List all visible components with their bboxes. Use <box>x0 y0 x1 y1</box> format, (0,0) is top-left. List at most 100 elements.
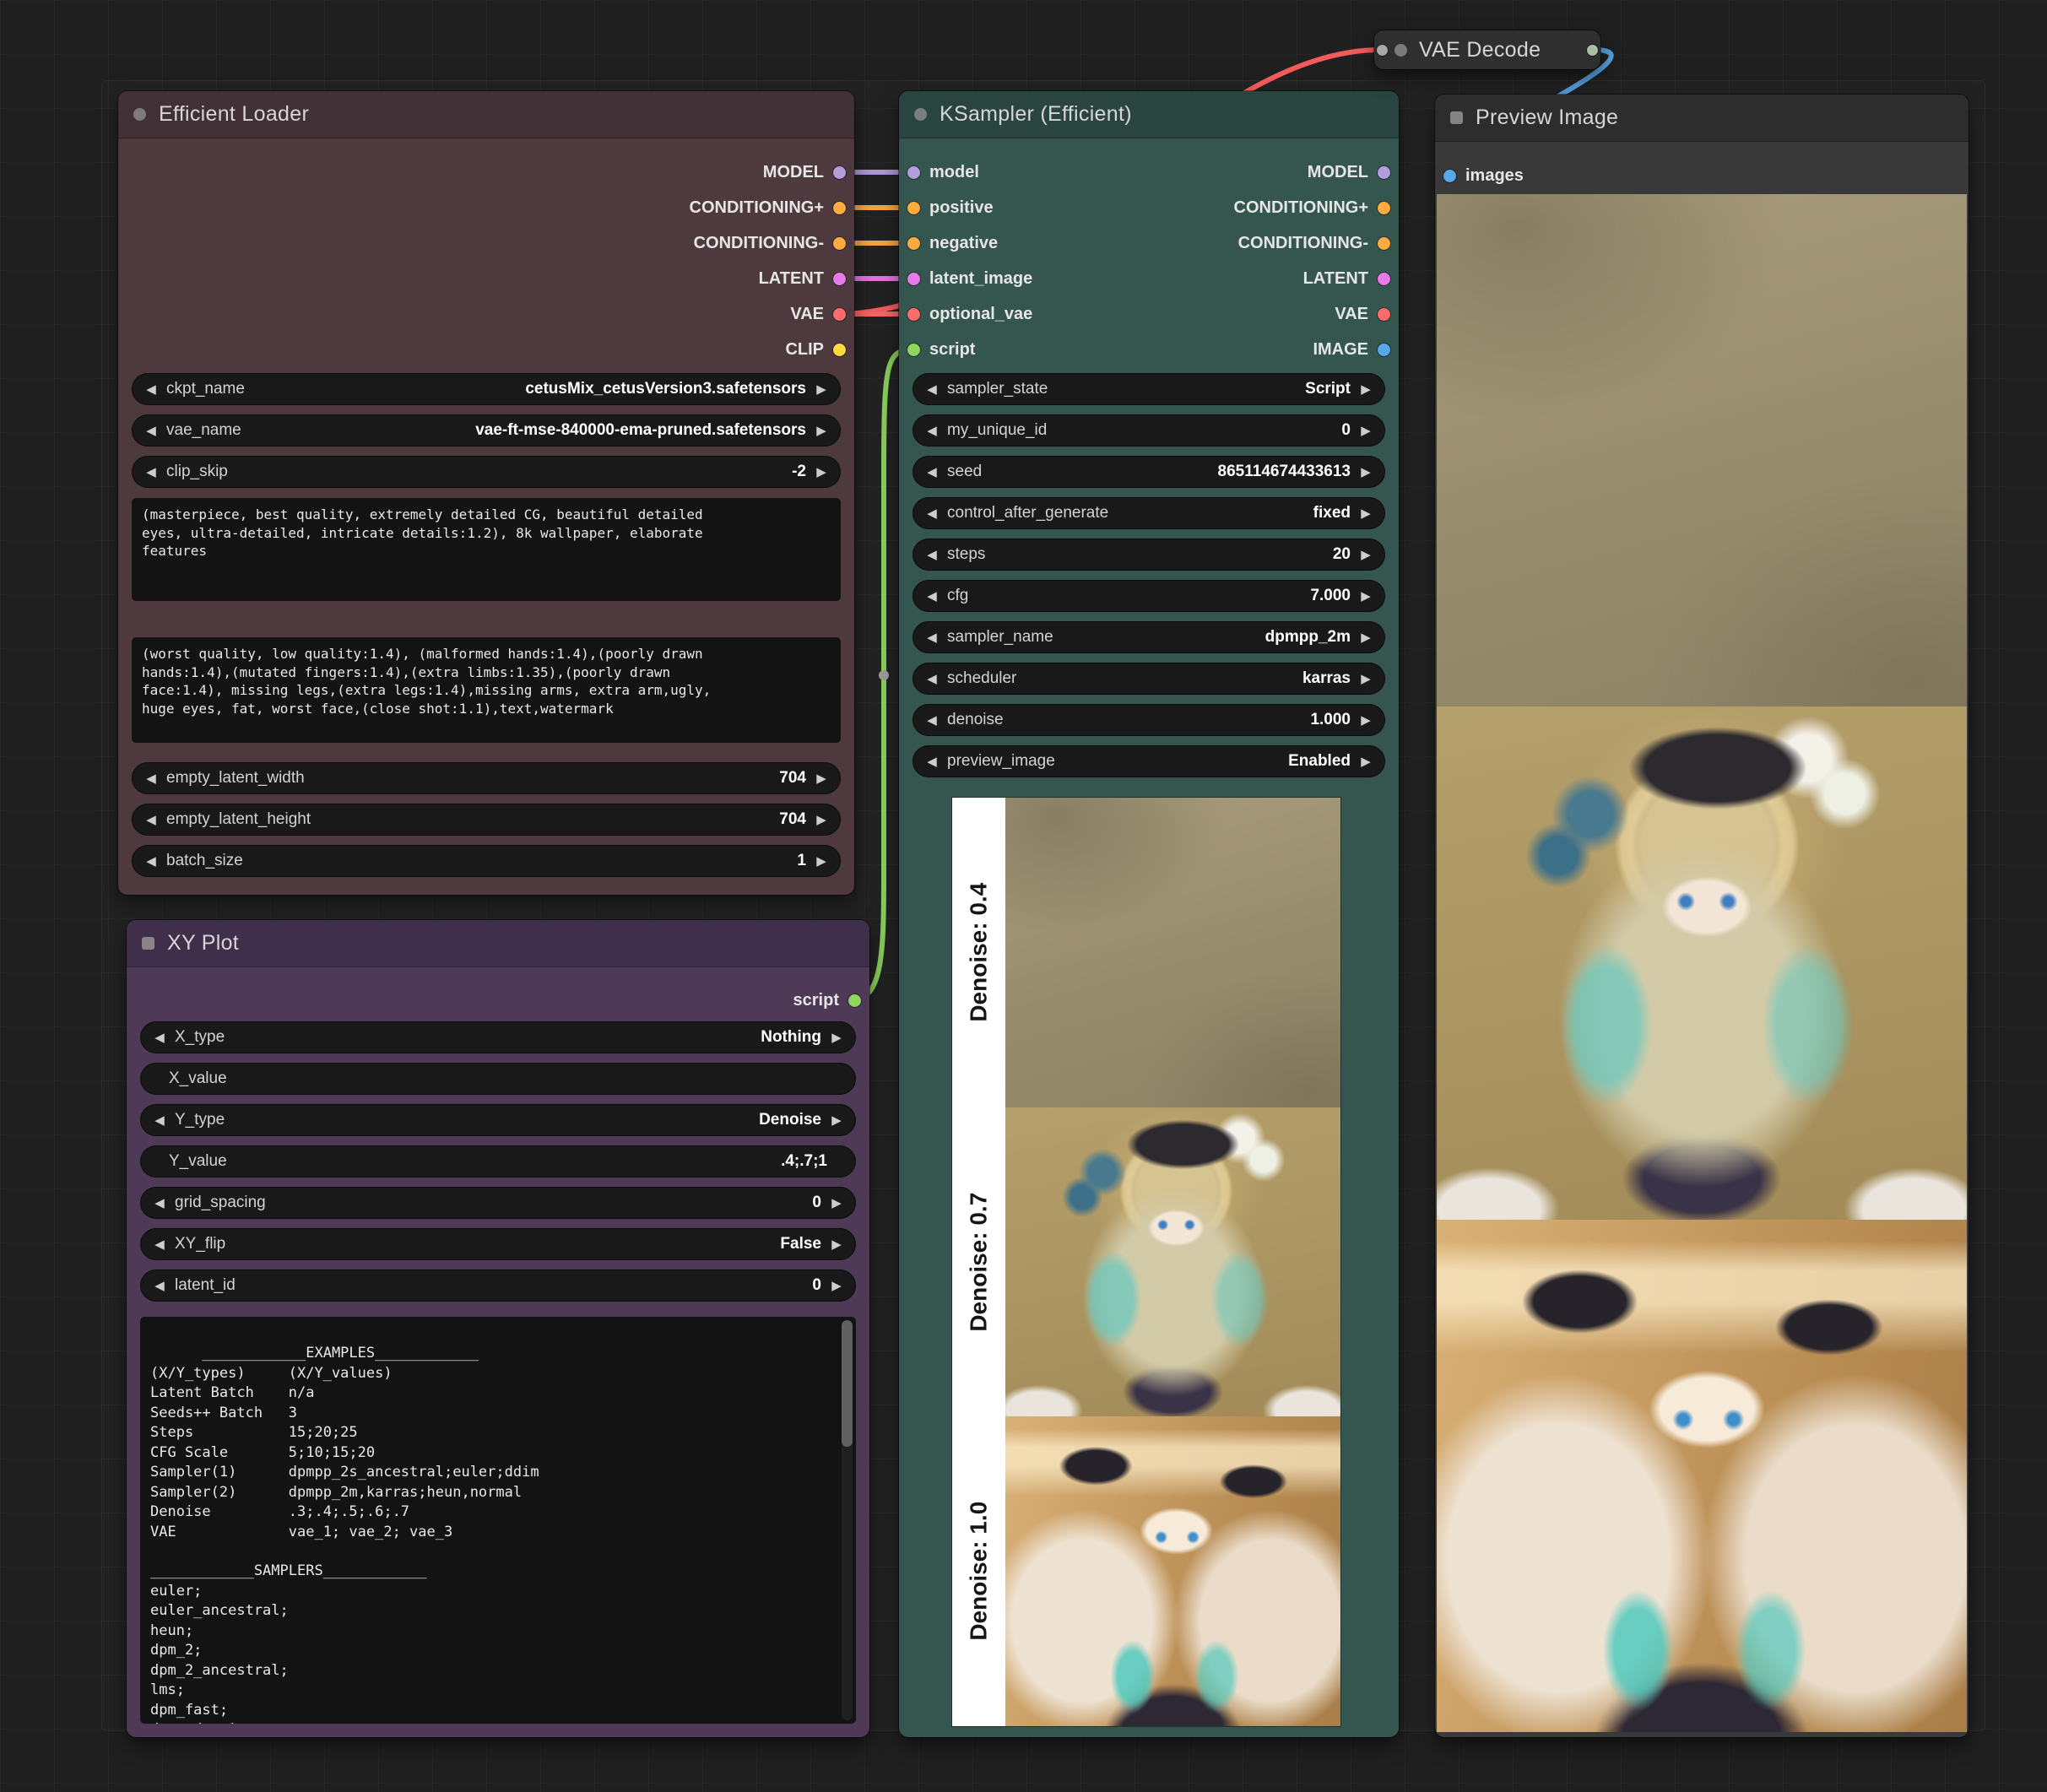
decrement-arrow-icon[interactable]: ◀ <box>923 423 940 438</box>
slot-dot[interactable] <box>907 308 920 321</box>
widget-my-unique-id[interactable]: ◀ my_unique_id 0 ▶ <box>912 414 1385 447</box>
slot-dot[interactable] <box>907 202 920 214</box>
slot-dot[interactable] <box>833 166 846 179</box>
slot-dot[interactable] <box>833 202 846 214</box>
increment-arrow-icon[interactable]: ▶ <box>1357 464 1374 479</box>
widget-preview-image-toggle[interactable]: ◀ preview_image Enabled ▶ <box>912 745 1385 777</box>
output-slot-latent[interactable]: LATENT <box>759 268 846 289</box>
input-slot-optional-vae[interactable]: optional_vae <box>907 304 1032 324</box>
collapse-toggle-icon[interactable] <box>142 937 154 950</box>
decrement-arrow-icon[interactable]: ◀ <box>143 812 160 827</box>
increment-arrow-icon[interactable]: ▶ <box>828 1030 845 1045</box>
collapse-toggle-icon[interactable] <box>914 108 927 121</box>
decrement-arrow-icon[interactable]: ◀ <box>923 464 940 479</box>
widget-empty-latent-height[interactable]: ◀ empty_latent_height 704 ▶ <box>132 804 841 836</box>
slot-dot[interactable] <box>1378 202 1390 214</box>
widget-vae-name[interactable]: ◀ vae_name vae-ft-mse-840000-ema-pruned.… <box>132 414 841 447</box>
decrement-arrow-icon[interactable]: ◀ <box>143 853 160 869</box>
decrement-arrow-icon[interactable]: ◀ <box>143 464 160 479</box>
slot-dot[interactable] <box>1443 170 1456 182</box>
widget-ckpt-name[interactable]: ◀ ckpt_name cetusMix_cetusVersion3.safet… <box>132 373 841 405</box>
output-slot-model[interactable]: MODEL <box>763 162 846 182</box>
slot-dot[interactable] <box>833 308 846 321</box>
decrement-arrow-icon[interactable]: ◀ <box>151 1030 168 1045</box>
increment-arrow-icon[interactable]: ▶ <box>828 1237 845 1252</box>
scrollbar-track[interactable] <box>842 1320 853 1720</box>
output-slot-conditioning-plus[interactable]: CONDITIONING+ <box>1234 198 1390 218</box>
widget-x-type[interactable]: ◀ X_type Nothing ▶ <box>140 1021 856 1053</box>
negative-prompt-textarea[interactable]: (worst quality, low quality:1.4), (malfo… <box>132 637 841 743</box>
widget-xy-flip[interactable]: ◀ XY_flip False ▶ <box>140 1228 856 1260</box>
widget-scheduler[interactable]: ◀ scheduler karras ▶ <box>912 663 1385 695</box>
widget-empty-latent-width[interactable]: ◀ empty_latent_width 704 ▶ <box>132 762 841 794</box>
output-slot-vae[interactable]: VAE <box>790 304 846 324</box>
slot-dot[interactable] <box>833 237 846 250</box>
increment-arrow-icon[interactable]: ▶ <box>828 1113 845 1128</box>
increment-arrow-icon[interactable]: ▶ <box>1357 712 1374 728</box>
output-slot-conditioning-minus[interactable]: CONDITIONING- <box>1238 233 1390 253</box>
node-header[interactable]: XY Plot <box>127 920 869 967</box>
slot-dot[interactable] <box>907 273 920 285</box>
node-graph-canvas[interactable]: Efficient Loader MODEL CONDITIONING+ CON… <box>0 0 2047 1792</box>
increment-arrow-icon[interactable]: ▶ <box>1357 671 1374 686</box>
increment-arrow-icon[interactable]: ▶ <box>1357 423 1374 438</box>
output-slot-conditioning-plus[interactable]: CONDITIONING+ <box>690 198 846 218</box>
node-header[interactable]: Preview Image <box>1435 95 1968 142</box>
node-efficient-loader[interactable]: Efficient Loader MODEL CONDITIONING+ CON… <box>118 91 854 895</box>
increment-arrow-icon[interactable]: ▶ <box>828 1278 845 1293</box>
decrement-arrow-icon[interactable]: ◀ <box>923 506 940 521</box>
slot-dot[interactable] <box>907 237 920 250</box>
node-vae-decode[interactable]: VAE Decode <box>1374 30 1600 69</box>
slot-dot[interactable] <box>1378 308 1390 321</box>
wire-midpoint-dot[interactable] <box>879 670 889 680</box>
decrement-arrow-icon[interactable]: ◀ <box>923 382 940 397</box>
positive-prompt-textarea[interactable]: (masterpiece, best quality, extremely de… <box>132 498 841 601</box>
output-slot-vae[interactable]: VAE <box>1335 304 1390 324</box>
slot-dot[interactable] <box>1378 166 1390 179</box>
output-slot-script[interactable]: script <box>793 990 861 1010</box>
decrement-arrow-icon[interactable]: ◀ <box>923 712 940 728</box>
widget-denoise[interactable]: ◀ denoise 1.000 ▶ <box>912 704 1385 736</box>
widget-clip-skip[interactable]: ◀ clip_skip -2 ▶ <box>132 456 841 488</box>
decrement-arrow-icon[interactable]: ◀ <box>923 754 940 769</box>
decrement-arrow-icon[interactable]: ◀ <box>923 671 940 686</box>
widget-sampler-name[interactable]: ◀ sampler_name dpmpp_2m ▶ <box>912 621 1385 653</box>
increment-arrow-icon[interactable]: ▶ <box>813 853 830 869</box>
decrement-arrow-icon[interactable]: ◀ <box>923 588 940 604</box>
decrement-arrow-icon[interactable]: ◀ <box>151 1237 168 1252</box>
slot-dot[interactable] <box>1378 237 1390 250</box>
collapse-toggle-icon[interactable] <box>1450 111 1463 124</box>
output-slot-conditioning-minus[interactable]: CONDITIONING- <box>694 233 846 253</box>
increment-arrow-icon[interactable]: ▶ <box>813 812 830 827</box>
input-slot-latent-image[interactable]: latent_image <box>907 268 1032 289</box>
decrement-arrow-icon[interactable]: ◀ <box>923 547 940 562</box>
node-xy-plot[interactable]: XY Plot script ◀ X_type Nothing ▶ X_valu… <box>127 920 869 1737</box>
collapse-toggle-icon[interactable] <box>1394 44 1407 57</box>
output-slot-latent[interactable]: LATENT <box>1303 268 1390 289</box>
widget-seed[interactable]: ◀ seed 865114674433613 ▶ <box>912 456 1385 488</box>
examples-textarea[interactable]: ____________EXAMPLES____________ (X/Y_ty… <box>140 1317 856 1724</box>
output-slot-clip[interactable]: CLIP <box>785 339 846 360</box>
node-preview-image[interactable]: Preview Image images <box>1435 95 1968 1737</box>
widget-x-value[interactable]: X_value <box>140 1063 856 1095</box>
node-header[interactable]: Efficient Loader <box>118 91 854 138</box>
decrement-arrow-icon[interactable]: ◀ <box>923 630 940 645</box>
scrollbar-thumb[interactable] <box>842 1320 853 1447</box>
input-slot-positive[interactable]: positive <box>907 198 994 218</box>
widget-latent-id[interactable]: ◀ latent_id 0 ▶ <box>140 1270 856 1302</box>
slot-dot[interactable] <box>907 166 920 179</box>
input-slot-images[interactable]: images <box>1443 165 1524 186</box>
decrement-arrow-icon[interactable]: ◀ <box>151 1113 168 1128</box>
increment-arrow-icon[interactable]: ▶ <box>813 423 830 438</box>
increment-arrow-icon[interactable]: ▶ <box>1357 754 1374 769</box>
increment-arrow-icon[interactable]: ▶ <box>813 771 830 786</box>
increment-arrow-icon[interactable]: ▶ <box>1357 630 1374 645</box>
collapsed-input-dot[interactable] <box>1377 45 1388 56</box>
increment-arrow-icon[interactable]: ▶ <box>813 382 830 397</box>
widget-y-value[interactable]: Y_value .4;.7;1 <box>140 1145 856 1178</box>
node-header[interactable]: KSampler (Efficient) <box>899 91 1399 138</box>
widget-cfg[interactable]: ◀ cfg 7.000 ▶ <box>912 580 1385 612</box>
output-slot-image[interactable]: IMAGE <box>1313 339 1390 360</box>
decrement-arrow-icon[interactable]: ◀ <box>143 771 160 786</box>
widget-batch-size[interactable]: ◀ batch_size 1 ▶ <box>132 845 841 877</box>
